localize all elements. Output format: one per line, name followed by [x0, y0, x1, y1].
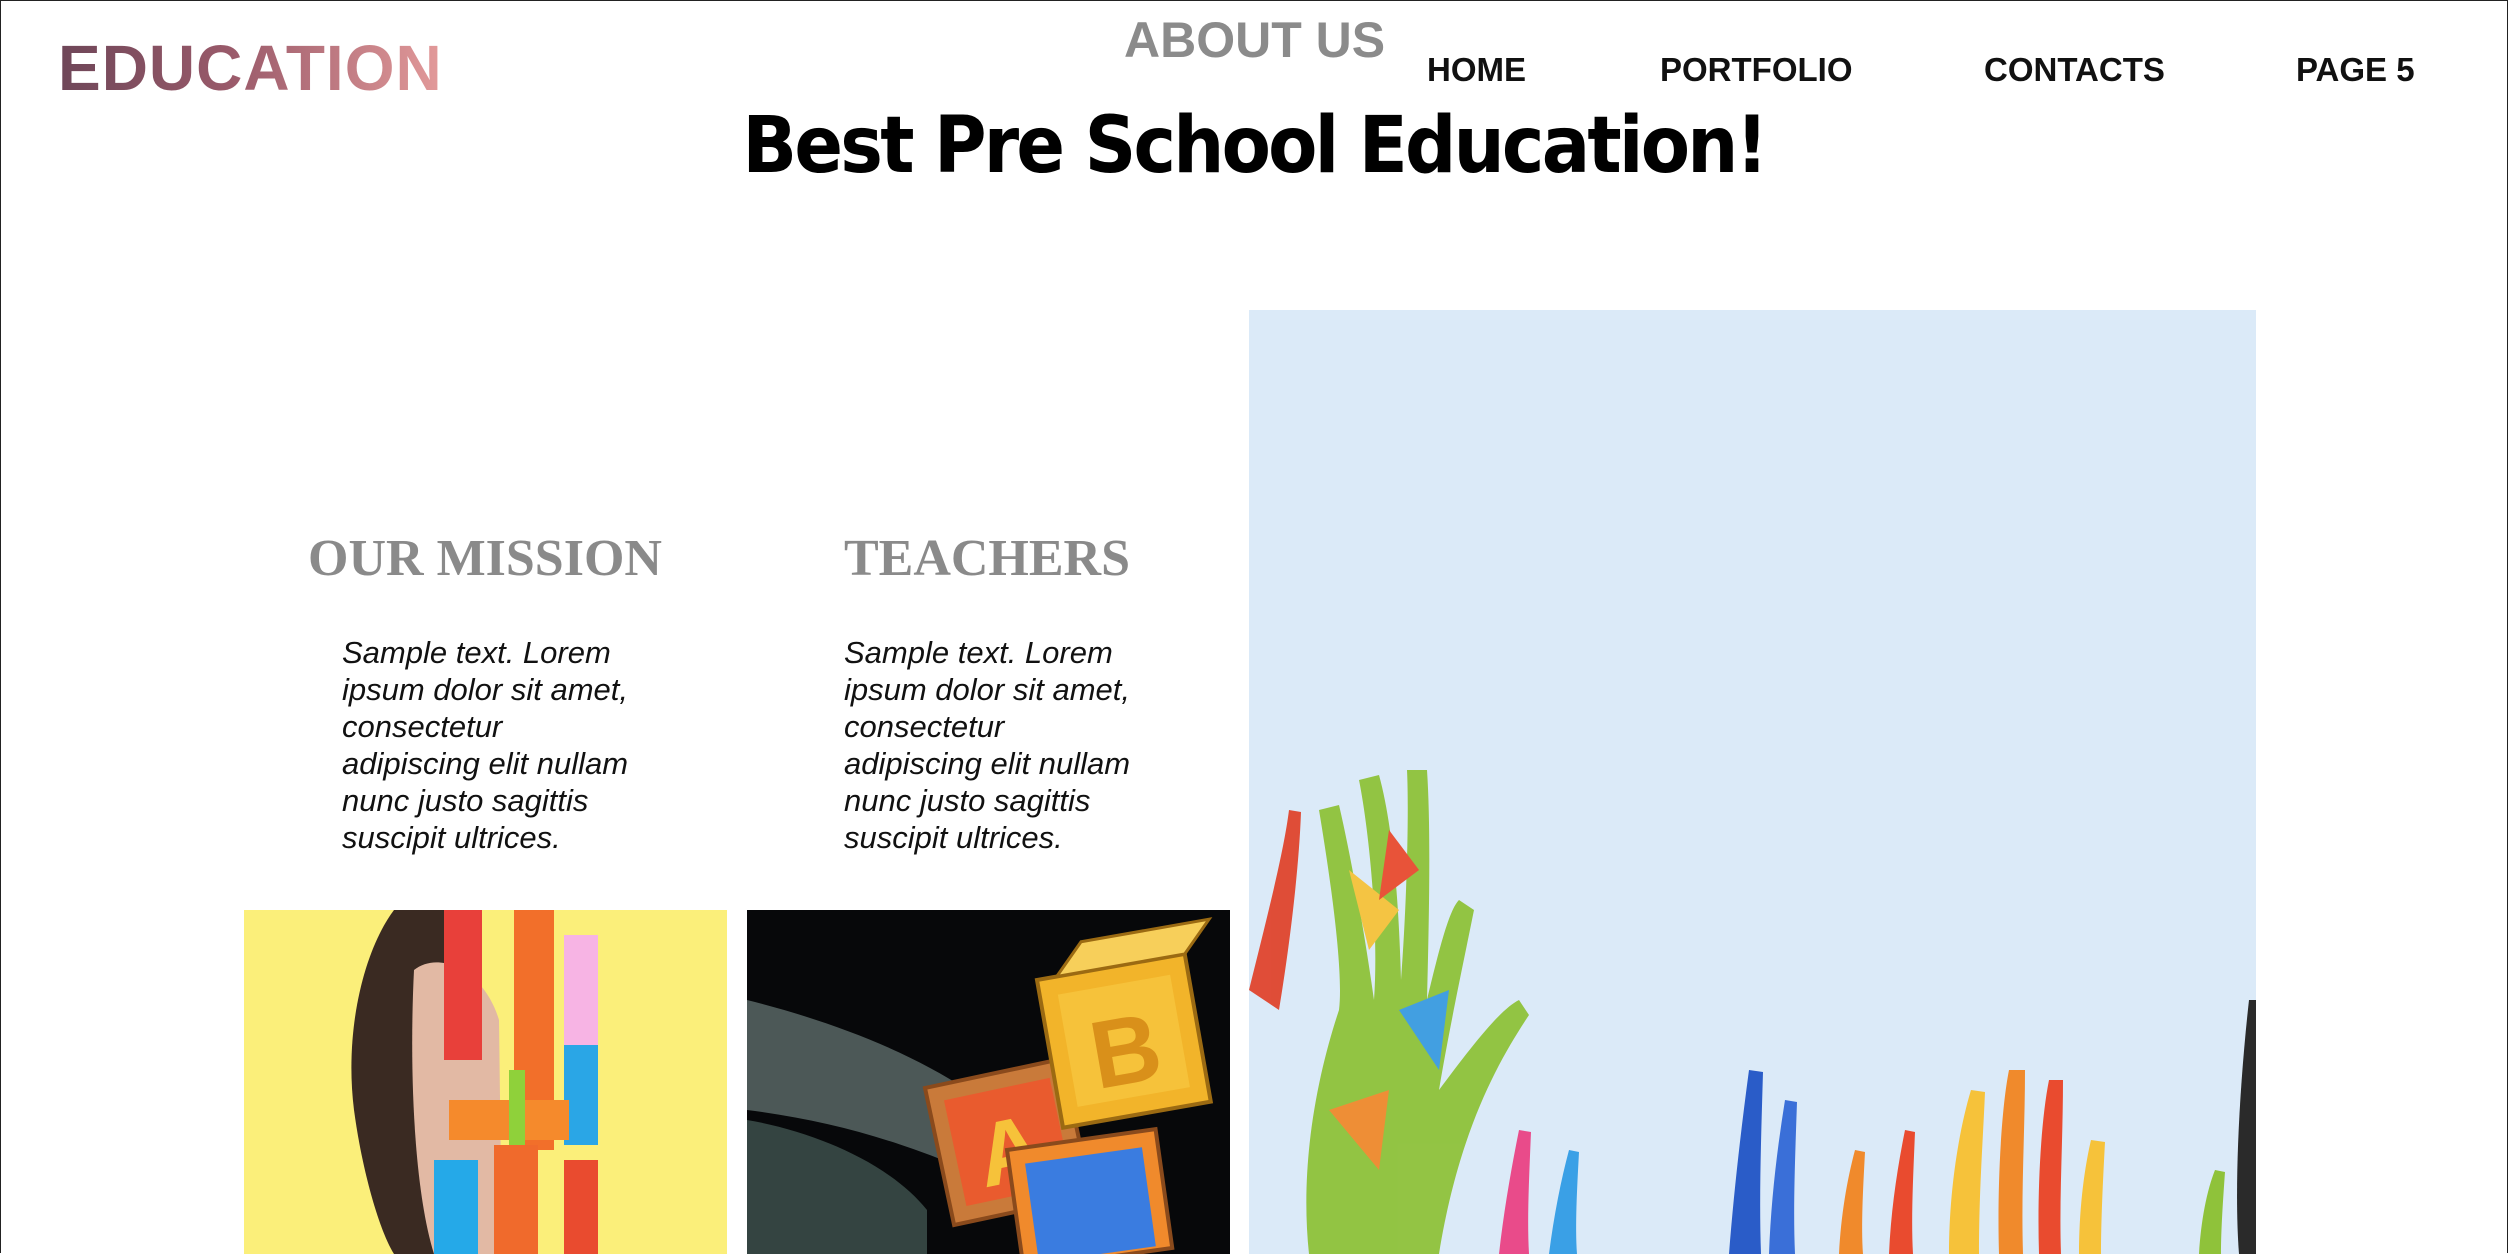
feature-photo — [1249, 310, 2256, 1254]
painted-hands-image — [1249, 310, 2256, 1254]
nav-page-5[interactable]: PAGE 5 — [2296, 48, 2415, 92]
nav-about-us[interactable]: ABOUT US — [1124, 10, 1385, 70]
abc-blocks-image: A B — [747, 910, 1230, 1254]
mission-text: Sample text. Lorem ipsum dolor sit amet,… — [342, 635, 629, 855]
page-title: Best Pre School Education! — [742, 101, 1768, 191]
mission-heading: OUR MISSION — [308, 530, 662, 587]
child-with-blocks-image — [244, 910, 727, 1254]
nav-home[interactable]: HOME — [1427, 48, 1526, 92]
nav-contacts[interactable]: CONTACTS — [1984, 48, 2165, 92]
nav-portfolio[interactable]: PORTFOLIO — [1660, 48, 1853, 92]
teachers-text: Sample text. Lorem ipsum dolor sit amet,… — [844, 635, 1131, 855]
site-logo[interactable]: EDUCATION — [58, 28, 443, 108]
mission-photo — [244, 910, 727, 1254]
teachers-heading: TEACHERS — [843, 530, 1131, 587]
teachers-photo: A B — [747, 910, 1230, 1254]
